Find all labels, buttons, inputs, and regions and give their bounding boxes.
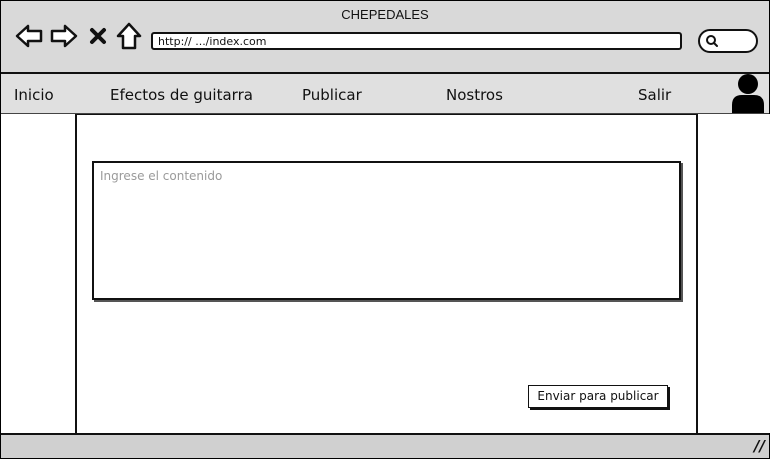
address-bar[interactable]: http:// .../index.com: [151, 32, 682, 50]
right-sidebar: [696, 114, 770, 433]
nav-item-efectos-de-guitarra[interactable]: Efectos de guitarra: [110, 86, 253, 104]
submit-button[interactable]: Enviar para publicar: [528, 385, 668, 408]
status-bar: //: [1, 433, 769, 458]
forward-arrow-icon[interactable]: [50, 21, 78, 51]
back-arrow-icon[interactable]: [15, 21, 43, 51]
nav-item-nostros[interactable]: Nostros: [446, 86, 503, 104]
content-panel: Ingrese el contenido Enviar para publica…: [77, 114, 696, 434]
browser-window: CHEPEDALES http:// .../index.com Inicio …: [0, 0, 770, 459]
nav-item-salir[interactable]: Salir: [638, 86, 671, 104]
user-avatar-icon[interactable]: [730, 73, 766, 113]
main-navigation: Inicio Efectos de guitarra Publicar Nost…: [1, 74, 769, 114]
window-title: CHEPEDALES: [341, 7, 429, 22]
content-textarea-placeholder: Ingrese el contenido: [100, 169, 223, 183]
nav-item-inicio[interactable]: Inicio: [14, 86, 54, 104]
left-sidebar: [1, 114, 77, 433]
home-icon[interactable]: [115, 21, 143, 51]
browser-toolbar: CHEPEDALES http:// .../index.com: [1, 1, 769, 74]
search-box[interactable]: [698, 29, 758, 53]
nav-item-publicar[interactable]: Publicar: [302, 86, 362, 104]
content-textarea[interactable]: Ingrese el contenido: [92, 161, 681, 300]
close-icon[interactable]: [87, 21, 109, 51]
address-bar-text: http:// .../index.com: [158, 35, 267, 48]
resize-grip-icon[interactable]: //: [754, 437, 765, 455]
search-icon: [706, 35, 718, 47]
